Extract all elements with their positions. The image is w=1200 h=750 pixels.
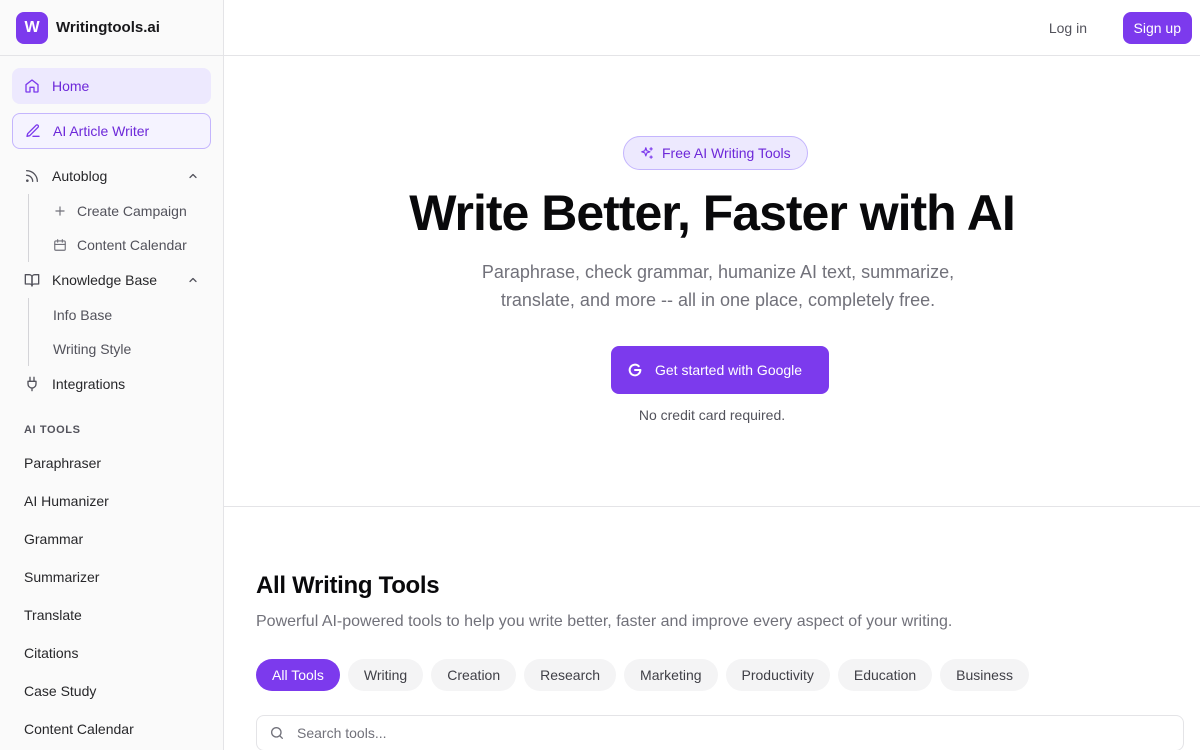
filter-chip-research[interactable]: Research — [524, 659, 617, 691]
sidebar-item-ai-article-writer[interactable]: AI Article Writer — [12, 113, 211, 149]
sidebar-tool-content-calendar[interactable]: Content Calendar — [12, 710, 211, 748]
sidebar-item-integrations[interactable]: Integrations — [12, 366, 211, 402]
sidebar-item-label: Info Base — [53, 307, 113, 323]
google-icon — [627, 362, 643, 378]
tools-section-title: All Writing Tools — [256, 572, 440, 599]
plug-icon — [24, 376, 40, 392]
no-credit-card-note: No credit card required. — [638, 407, 786, 423]
hero-subtitle: Paraphrase, check grammar, humanize AI t… — [481, 262, 955, 310]
book-open-icon — [24, 272, 40, 288]
sidebar-tool-paraphraser[interactable]: Paraphraser — [12, 444, 211, 482]
sidebar-item-create-campaign[interactable]: Create Campaign — [41, 194, 211, 228]
sparkles-icon — [640, 146, 654, 160]
brand-logo[interactable]: W — [16, 11, 48, 44]
filter-chip-all-tools[interactable]: All Tools — [256, 659, 340, 691]
category-filters: All Tools Writing Creation Research Mark… — [256, 659, 1037, 691]
tools-section: All Writing Tools Powerful AI-powered to… — [224, 507, 1200, 750]
sidebar-tool-grammar[interactable]: Grammar — [12, 520, 211, 558]
sidebar-tool-case-study[interactable]: Case Study — [12, 672, 211, 710]
sidebar-item-home[interactable]: Home — [12, 68, 211, 104]
sidebar-item-label: Knowledge Base — [52, 272, 158, 288]
google-signin-button[interactable]: Get started with Google — [611, 346, 829, 394]
filter-chip-productivity[interactable]: Productivity — [725, 659, 830, 691]
sidebar-item-label: Home — [52, 78, 90, 94]
sidebar-item-label: Writing Style — [53, 341, 132, 357]
sidebar-nav: Home AI Article Writer Autoblog Create C… — [12, 68, 211, 748]
hero-badge-label: Free AI Writing Tools — [662, 145, 791, 161]
tools-section-subtitle: Powerful AI-powered tools to help you wr… — [256, 613, 953, 630]
sidebar-item-label: Integrations — [52, 376, 126, 392]
knowledge-base-submenu: Info Base Writing Style — [28, 298, 211, 366]
hero-badge: Free AI Writing Tools — [623, 136, 808, 170]
sidebar-item-label: Content Calendar — [77, 237, 187, 253]
google-signin-label: Get started with Google — [655, 362, 803, 378]
filter-chip-business[interactable]: Business — [940, 659, 1029, 691]
chevron-up-icon[interactable] — [187, 274, 199, 286]
ai-tools-section-label: AI TOOLS — [24, 424, 81, 436]
search-icon — [269, 725, 285, 741]
search-input[interactable] — [297, 725, 1157, 741]
sidebar-item-label: Create Campaign — [77, 203, 187, 219]
filter-chip-creation[interactable]: Creation — [431, 659, 517, 691]
sidebar-item-content-calendar[interactable]: Content Calendar — [41, 228, 211, 262]
sidebar-item-knowledge-base[interactable]: Knowledge Base — [12, 262, 211, 298]
hero-title: Write Better, Faster with AI — [409, 185, 1015, 241]
filter-chip-education[interactable]: Education — [837, 659, 933, 691]
topbar: Log in Sign up — [224, 0, 1200, 56]
chevron-up-icon[interactable] — [187, 170, 199, 182]
tool-search-box[interactable] — [256, 715, 1184, 750]
sidebar-tool-translate[interactable]: Translate — [12, 596, 211, 634]
brand[interactable]: W Writingtools.ai — [0, 0, 223, 56]
sidebar-item-label: AI Article Writer — [53, 123, 150, 139]
plus-icon — [53, 204, 67, 218]
sidebar-tool-summarizer[interactable]: Summarizer — [12, 558, 211, 596]
hero-section: Free AI Writing Tools Write Better, Fast… — [224, 56, 1200, 507]
sidebar-item-autoblog[interactable]: Autoblog — [12, 158, 211, 194]
rss-icon — [24, 168, 40, 184]
signup-button[interactable]: Sign up — [1122, 12, 1192, 44]
sidebar-item-info-base[interactable]: Info Base — [41, 298, 211, 332]
filter-chip-writing[interactable]: Writing — [347, 659, 424, 691]
brand-name[interactable]: Writingtools.ai — [56, 19, 160, 36]
home-icon — [24, 78, 40, 94]
filter-chip-marketing[interactable]: Marketing — [624, 659, 718, 691]
sidebar: W Writingtools.ai Home AI Article Writer… — [0, 0, 224, 750]
calendar-icon — [53, 238, 67, 252]
login-button[interactable]: Log in — [1039, 12, 1097, 44]
autoblog-submenu: Create Campaign Content Calendar — [28, 194, 211, 262]
sidebar-item-writing-style[interactable]: Writing Style — [41, 332, 211, 366]
pencil-icon — [25, 123, 41, 139]
sidebar-tool-ai-humanizer[interactable]: AI Humanizer — [12, 482, 211, 520]
sidebar-tool-citations[interactable]: Citations — [12, 634, 211, 672]
sidebar-item-label: Autoblog — [52, 168, 108, 184]
